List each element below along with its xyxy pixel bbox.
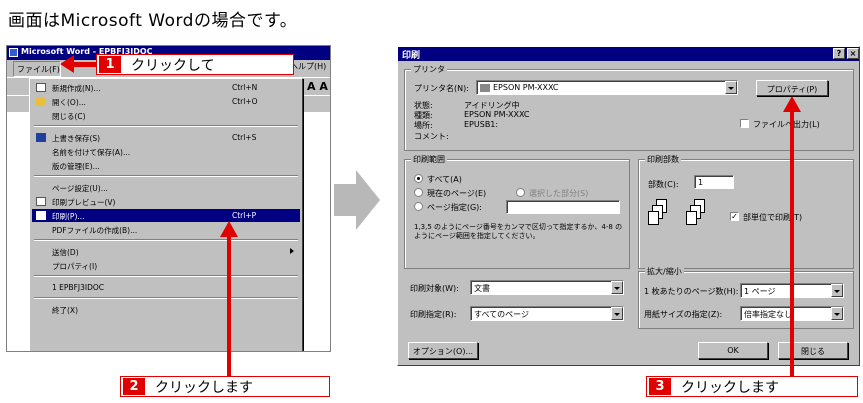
help-button[interactable]: ? <box>833 48 845 59</box>
menu-item-properties[interactable]: プロパティ(I) <box>32 259 300 272</box>
printer-group-label: プリンタ <box>411 64 447 75</box>
close-button[interactable]: 閉じる <box>778 342 848 359</box>
callout-2-connector <box>227 236 231 382</box>
callout-1-connector <box>72 62 98 67</box>
menu-item-save[interactable]: 上書き保存(S) Ctrl+S <box>32 131 300 144</box>
menu-file[interactable]: ファイル(F) <box>13 61 61 77</box>
print-label: 印刷指定(R): <box>410 310 457 319</box>
range-all-label: すべて(A) <box>427 175 462 184</box>
chevron-down-icon[interactable] <box>831 307 843 320</box>
callout-step-1: 1 クリックして <box>96 54 294 75</box>
next-step-arrowhead-icon <box>356 170 380 230</box>
menu-item-save-as[interactable]: 名前を付けて保存(A)... <box>32 145 300 158</box>
print-to-file-checkbox[interactable] <box>740 119 749 128</box>
page-range-help: 1,3,5 のようにページ番号をカンマで区切って指定するか、4-8 のようにペー… <box>414 223 623 240</box>
collate-page-icon <box>648 211 659 225</box>
step-3-text: クリックします <box>681 379 779 396</box>
copies-label: 部数(C): <box>648 180 679 189</box>
printer-icon <box>480 83 490 92</box>
printer-name-label: プリンタ名(N): <box>414 84 469 93</box>
copies-stepper[interactable]: 1 <box>694 175 734 189</box>
font-size-buttons[interactable]: A A <box>307 80 328 93</box>
menu-item-print[interactable]: 印刷(P)... Ctrl+P <box>32 209 300 222</box>
where-label: 場所: <box>414 121 433 130</box>
step-2-text: クリックします <box>155 379 253 396</box>
ok-button[interactable]: OK <box>698 342 768 359</box>
print-to-file-label: ファイルへ出力(L) <box>753 120 820 129</box>
range-selection-radio[interactable] <box>516 188 525 197</box>
file-menu-dropdown: 新規作成(N)... Ctrl+N 開く(O)... Ctrl+O 閉じる(C) 上… <box>29 78 303 351</box>
scale-label: 用紙サイズの指定(Z): <box>644 310 723 319</box>
page-caption: 画面はMicrosoft Wordの場合です。 <box>8 11 298 31</box>
menu-item-page-setup[interactable]: ページ設定(U)... <box>32 181 300 194</box>
menu-separator <box>34 175 298 177</box>
collate-checkbox[interactable]: ✓ <box>730 212 739 221</box>
next-step-arrow-icon <box>334 184 356 216</box>
where-value: EPUSB1: <box>464 120 499 129</box>
step-3-badge: 3 <box>649 378 671 395</box>
chevron-down-icon[interactable] <box>611 307 623 320</box>
menu-separator <box>34 239 298 241</box>
word-app-icon <box>9 48 18 57</box>
copies-group-label: 印刷部数 <box>645 154 681 165</box>
dialog-titlebar: 印刷 ? × <box>398 47 859 61</box>
word-window: Microsoft Word - EPBFJ3IDOC ヘルプ(H) A A フ… <box>6 45 331 352</box>
page-range-group-label: 印刷範囲 <box>411 154 447 165</box>
range-pages-radio[interactable] <box>414 202 423 211</box>
type-value: EPSON PM-XXXC <box>464 110 530 119</box>
chevron-down-icon[interactable] <box>831 284 843 297</box>
callout-step-2: 2 クリックします <box>120 376 330 397</box>
options-button[interactable]: オプション(O)... <box>408 342 478 359</box>
new-doc-icon <box>36 83 46 92</box>
step-2-badge: 2 <box>123 378 145 395</box>
menu-item-recent-file[interactable]: 1 EPBFJ3IDOC <box>32 281 300 294</box>
menu-item-open[interactable]: 開く(O)... Ctrl+O <box>32 95 300 108</box>
menu-separator <box>34 125 298 127</box>
comment-label: コメント: <box>414 132 449 141</box>
chevron-down-icon[interactable] <box>611 281 623 294</box>
menu-separator <box>34 297 298 299</box>
submenu-arrow-icon <box>290 248 294 254</box>
print-what-label: 印刷対象(W): <box>410 284 459 293</box>
range-pages-label: ページ指定(G): <box>427 203 482 212</box>
menu-item-close[interactable]: 閉じる(C) <box>32 109 300 122</box>
properties-button[interactable]: プロパティ(P) <box>756 80 828 96</box>
arrow-up-icon <box>220 221 238 237</box>
print-what-select[interactable]: 文書 <box>470 280 624 295</box>
open-folder-icon <box>36 97 46 106</box>
menu-item-versions[interactable]: 版の管理(E)... <box>32 159 300 172</box>
range-all-radio[interactable] <box>414 174 423 183</box>
step-1-badge: 1 <box>99 56 121 73</box>
arrow-up-icon <box>783 96 801 112</box>
menu-item-exit[interactable]: 終了(X) <box>32 303 300 316</box>
printer-name-select[interactable]: EPSON PM-XXXC <box>476 80 738 95</box>
printer-icon <box>36 211 46 220</box>
range-current-label: 現在のページ(E) <box>427 189 487 198</box>
menu-item-new[interactable]: 新規作成(N)... Ctrl+N <box>32 81 300 94</box>
range-current-radio[interactable] <box>414 188 423 197</box>
dialog-title: 印刷 <box>402 51 421 61</box>
menu-item-send[interactable]: 送信(D) <box>32 245 300 258</box>
page-range-input[interactable] <box>506 200 620 214</box>
print-select[interactable]: すべてのページ <box>470 306 624 321</box>
chevron-down-icon[interactable] <box>725 81 737 94</box>
preview-icon <box>36 197 46 206</box>
menu-item-create-pdf[interactable]: PDFファイルの作成(B)... <box>32 223 300 236</box>
menu-item-print-preview[interactable]: 印刷プレビュー(V) <box>32 195 300 208</box>
range-selection-label: 選択した部分(S) <box>529 189 589 198</box>
menu-help[interactable]: ヘルプ(H) <box>290 61 326 72</box>
zoom-group-label: 拡大/縮小 <box>645 266 684 277</box>
pages-per-sheet-label: 1 枚あたりのページ数(H): <box>644 287 739 296</box>
close-window-button[interactable]: × <box>847 48 859 59</box>
collate-page-icon <box>686 211 697 225</box>
callout-3-connector <box>790 111 794 382</box>
callout-step-3: 3 クリックします <box>646 376 858 397</box>
step-1-text: クリックして <box>131 57 215 74</box>
save-icon <box>36 133 46 142</box>
menu-separator <box>34 275 298 277</box>
